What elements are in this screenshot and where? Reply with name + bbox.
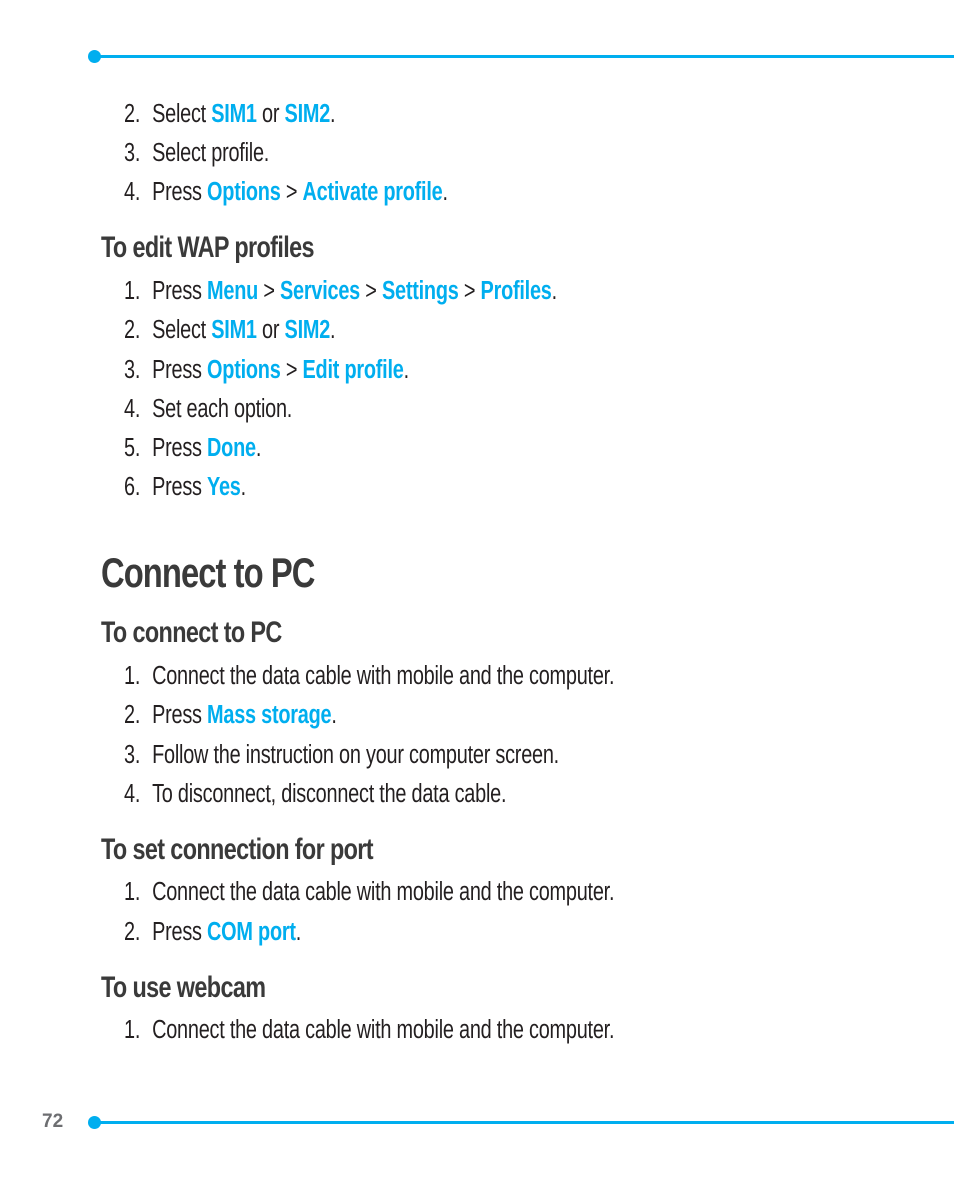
step-item: 1. Connect the data cable with mobile and…: [124, 877, 614, 907]
step-text: >: [280, 356, 303, 384]
step-number: 1.: [124, 277, 141, 305]
menu-keyword: SIM2: [284, 316, 331, 344]
step-text: or: [256, 100, 285, 128]
section-heading-webcam: To use webcam: [101, 971, 266, 1004]
step-text: .: [330, 316, 336, 344]
step-text: Select profile.: [152, 139, 270, 167]
step-item: 1. Connect the data cable with mobile and…: [124, 1015, 614, 1045]
step-text: Connect the data cable with mobile and t…: [152, 1016, 615, 1044]
menu-keyword: Done: [207, 434, 256, 462]
step-item: 1. Connect the data cable with mobile and…: [124, 661, 614, 691]
menu-keyword: Options: [207, 356, 281, 384]
menu-keyword: COM port: [207, 918, 296, 946]
step-text: Press: [152, 701, 208, 729]
menu-keyword: Yes: [207, 473, 241, 501]
step-item: 4. Press Options > Activate profile.: [124, 177, 448, 207]
step-item: 3. Follow the instruction on your compute…: [124, 740, 559, 770]
step-item: 2. Select SIM1 or SIM2.: [124, 99, 336, 129]
menu-keyword: Menu: [207, 277, 259, 305]
step-number: 4.: [124, 178, 141, 206]
step-text: Follow the instruction on your computer …: [152, 741, 559, 769]
step-item: 4. Set each option.: [124, 394, 292, 424]
step-text: Set each option.: [152, 395, 293, 423]
step-text: Select: [152, 100, 212, 128]
step-number: 5.: [124, 434, 141, 462]
section-heading-connection-port: To set connection for port: [101, 833, 374, 866]
step-number: 1.: [124, 1016, 141, 1044]
menu-keyword: SIM2: [284, 100, 331, 128]
menu-keyword: Settings: [381, 277, 459, 305]
step-text: >: [458, 277, 481, 305]
menu-keyword: Edit profile: [302, 356, 404, 384]
step-number: 3.: [124, 139, 141, 167]
menu-keyword: Mass storage: [207, 701, 332, 729]
step-number: 2.: [124, 316, 141, 344]
step-text: Connect the data cable with mobile and t…: [152, 662, 615, 690]
step-text: >: [359, 277, 382, 305]
step-text: or: [256, 316, 285, 344]
section-heading-edit-wap-profiles: To edit WAP profiles: [101, 231, 315, 264]
menu-keyword: Activate profile: [302, 178, 443, 206]
page-number: 72: [42, 1111, 64, 1132]
step-text: .: [442, 178, 448, 206]
step-text: .: [255, 434, 262, 462]
menu-keyword: Options: [207, 178, 281, 206]
step-number: 6.: [124, 473, 141, 501]
step-number: 2.: [124, 701, 141, 729]
step-number: 2.: [124, 918, 141, 946]
step-text: .: [403, 356, 410, 384]
step-number: 3.: [124, 356, 141, 384]
step-text: .: [240, 473, 247, 501]
step-item: 5. Press Done.: [124, 433, 261, 463]
step-number: 4.: [124, 395, 141, 423]
step-text: .: [330, 100, 336, 128]
step-number: 1.: [124, 662, 141, 690]
step-text: To disconnect, disconnect the data cable…: [152, 780, 507, 808]
step-number: 3.: [124, 741, 141, 769]
menu-keyword: Services: [280, 277, 360, 305]
step-text: >: [280, 178, 303, 206]
step-number: 1.: [124, 878, 141, 906]
step-item: 2. Press COM port.: [124, 917, 301, 947]
step-text: Press: [152, 178, 208, 206]
step-text: .: [331, 701, 337, 729]
step-text: Press: [152, 277, 208, 305]
step-item: 3. Select profile.: [124, 138, 269, 168]
step-text: Press: [152, 918, 208, 946]
step-item: 1. Press Menu > Services > Settings > Pro…: [124, 276, 557, 306]
step-item: 4. To disconnect, disconnect the data cab…: [124, 779, 507, 809]
step-number: 2.: [124, 100, 141, 128]
step-text: Select: [152, 316, 212, 344]
step-text: Connect the data cable with mobile and t…: [152, 878, 615, 906]
step-text: Press: [152, 434, 208, 462]
menu-keyword: SIM1: [211, 100, 257, 128]
section-heading-connect-to-pc: To connect to PC: [101, 616, 282, 649]
page-title-connect-to-pc: Connect to PC: [101, 549, 315, 596]
step-item: 2. Press Mass storage.: [124, 700, 337, 730]
header-rule: [94, 55, 954, 58]
step-text: Press: [152, 356, 208, 384]
menu-keyword: Profiles: [480, 277, 552, 305]
step-text: >: [258, 277, 281, 305]
step-item: 3. Press Options > Edit profile.: [124, 355, 409, 385]
step-text: .: [551, 277, 558, 305]
footer-rule: [94, 1121, 954, 1124]
step-item: 6. Press Yes.: [124, 472, 246, 502]
step-text: Press: [152, 473, 208, 501]
step-item: 2. Select SIM1 or SIM2.: [124, 315, 336, 345]
step-number: 4.: [124, 780, 141, 808]
step-text: .: [295, 918, 302, 946]
menu-keyword: SIM1: [211, 316, 257, 344]
